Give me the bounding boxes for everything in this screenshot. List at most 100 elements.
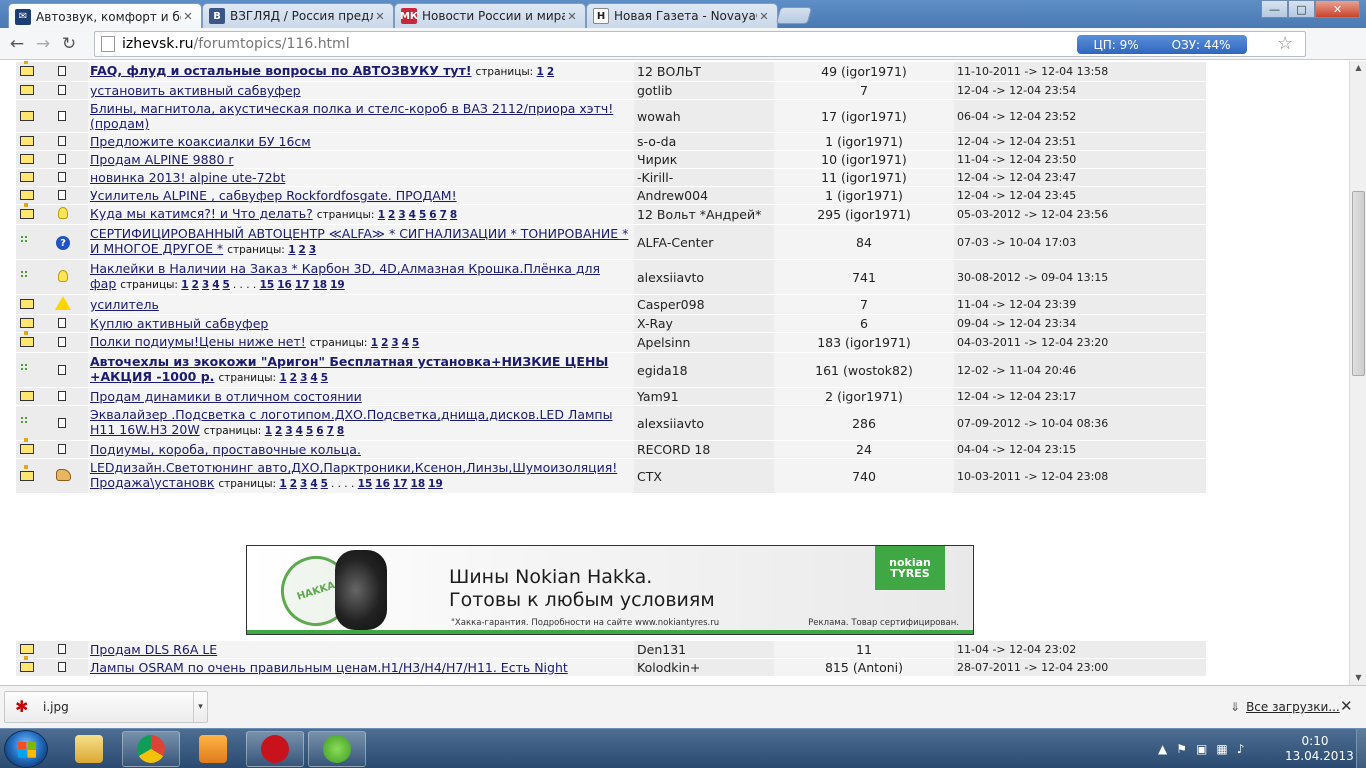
page-link[interactable]: 3: [391, 337, 398, 349]
page-link[interactable]: 5: [306, 425, 313, 437]
close-tab-icon[interactable]: ✕: [181, 10, 195, 23]
new-tab-button[interactable]: [775, 7, 813, 24]
page-link[interactable]: 2: [192, 279, 199, 291]
tray-volume-icon[interactable]: ♪: [1237, 742, 1245, 756]
page-link[interactable]: 1: [279, 372, 286, 384]
page-link[interactable]: 5: [321, 478, 328, 490]
page-link[interactable]: 17: [295, 279, 310, 291]
topic-link[interactable]: Полки подиумы!Цены ниже нет!: [90, 334, 306, 349]
topic-link[interactable]: Продам ALPINE 9880 r: [90, 152, 234, 167]
page-link[interactable]: 1: [371, 337, 378, 349]
page-link[interactable]: 1: [265, 425, 272, 437]
back-button[interactable]: ←: [4, 31, 30, 57]
page-link[interactable]: 16: [277, 279, 292, 291]
page-link[interactable]: 4: [409, 209, 416, 221]
page-link[interactable]: 1: [279, 478, 286, 490]
page-link[interactable]: 19: [428, 478, 443, 490]
close-window-button[interactable]: ✕: [1315, 0, 1360, 18]
page-link[interactable]: 16: [375, 478, 390, 490]
maximize-button[interactable]: □: [1288, 0, 1315, 18]
topic-link[interactable]: Блины, магнитола, акустическая полка и с…: [90, 101, 613, 131]
page-link[interactable]: 5: [223, 279, 230, 291]
page-link[interactable]: 4: [296, 425, 303, 437]
show-desktop-button[interactable]: [1356, 729, 1366, 768]
page-link[interactable]: 18: [312, 279, 327, 291]
page-link[interactable]: 4: [402, 337, 409, 349]
page-link[interactable]: 8: [450, 209, 457, 221]
topic-link[interactable]: Продам динамики в отличном состоянии: [90, 389, 362, 404]
cpu-ram-widget[interactable]: ЦП: 9% ОЗУ: 44%: [1077, 35, 1247, 54]
all-downloads-link[interactable]: ⇓ Все загрузки...: [1230, 700, 1340, 714]
taskbar-explorer[interactable]: [60, 731, 118, 767]
close-tab-icon[interactable]: ✕: [373, 10, 387, 23]
page-link[interactable]: 5: [321, 372, 328, 384]
page-link[interactable]: 3: [300, 372, 307, 384]
topic-link[interactable]: Продам DLS R6A LE: [90, 642, 217, 657]
scroll-down-icon[interactable]: ▼: [1350, 671, 1366, 685]
page-link[interactable]: 7: [327, 425, 334, 437]
close-shelf-button[interactable]: ✕: [1340, 697, 1353, 715]
taskbar-media[interactable]: [184, 731, 242, 767]
vertical-scrollbar[interactable]: ▲ ▼: [1349, 61, 1366, 685]
page-link[interactable]: 18: [411, 478, 426, 490]
topic-link[interactable]: усилитель: [90, 297, 159, 312]
topic-link[interactable]: новинка 2013! alpine ute-72bt: [90, 170, 285, 185]
topic-link[interactable]: Куда мы катимся?! и Что делать?: [90, 206, 313, 221]
tray-flag-icon[interactable]: ⚑: [1176, 742, 1187, 756]
page-link[interactable]: 4: [310, 372, 317, 384]
page-link[interactable]: 3: [300, 478, 307, 490]
topic-link[interactable]: Авточехлы из экокожи "Аригон" Бесплатная…: [90, 354, 608, 384]
topic-link[interactable]: Подиумы, короба, проставочные кольца.: [90, 442, 361, 457]
page-link[interactable]: 3: [285, 425, 292, 437]
download-item[interactable]: ✱ i.jpg ▾: [4, 691, 208, 723]
page-link[interactable]: 4: [212, 279, 219, 291]
tray-device-icon[interactable]: ▣: [1196, 742, 1207, 756]
topic-link[interactable]: Эквалайзер .Подсветка с логотипом.ДХО.По…: [90, 407, 612, 437]
forward-button[interactable]: →: [30, 31, 56, 57]
page-link[interactable]: 2: [547, 66, 554, 78]
page-link[interactable]: 5: [412, 337, 419, 349]
reload-button[interactable]: ↻: [56, 31, 82, 57]
page-link[interactable]: 4: [310, 478, 317, 490]
taskbar-clock[interactable]: 0:10 13.04.2013: [1285, 734, 1354, 764]
page-link[interactable]: 7: [440, 209, 447, 221]
page-link[interactable]: 2: [388, 209, 395, 221]
address-bar[interactable]: izhevsk.ru/forumtopics/116.html ЦП: 9% О…: [94, 31, 1306, 57]
page-link[interactable]: 2: [275, 425, 282, 437]
topic-link[interactable]: Лампы OSRAM по очень правильным ценам.H1…: [90, 660, 568, 675]
page-link[interactable]: 6: [429, 209, 436, 221]
close-tab-icon[interactable]: ✕: [565, 10, 579, 23]
page-link[interactable]: 3: [309, 244, 316, 256]
tab-mk[interactable]: МК Новости России и мира ✕: [394, 3, 586, 28]
page-link[interactable]: 2: [290, 478, 297, 490]
page-link[interactable]: 1: [378, 209, 385, 221]
topic-link[interactable]: СЕРТИФИЦИРОВАННЫЙ АВТОЦЕНТР ≪ALFA≫ * СИГ…: [90, 226, 628, 256]
taskbar-opera[interactable]: [246, 731, 304, 767]
page-link[interactable]: 6: [316, 425, 323, 437]
page-link[interactable]: 1: [288, 244, 295, 256]
page-link[interactable]: 15: [260, 279, 275, 291]
page-link[interactable]: 1: [537, 66, 544, 78]
tab-autozvuk[interactable]: ✉ Автозвук, комфорт и без ✕: [8, 3, 202, 29]
page-link[interactable]: 2: [290, 372, 297, 384]
topic-link[interactable]: Предложите коаксиалки БУ 16см: [90, 134, 311, 149]
page-link[interactable]: 2: [381, 337, 388, 349]
minimize-button[interactable]: —: [1261, 0, 1288, 18]
tray-network-icon[interactable]: ▦: [1216, 742, 1227, 756]
topic-link[interactable]: установить активный сабвуфер: [90, 83, 301, 98]
tab-novayagazeta[interactable]: Н Новая Газета - NovayaGa ✕: [586, 3, 778, 28]
page-link[interactable]: 3: [398, 209, 405, 221]
bookmark-star-icon[interactable]: ☆: [1277, 33, 1293, 54]
topic-link[interactable]: Усилитель ALPINE , сабвуфер Rockfordfosg…: [90, 188, 457, 203]
tray-expand-icon[interactable]: ▲: [1158, 742, 1167, 756]
taskbar-downloader[interactable]: [308, 731, 366, 767]
page-link[interactable]: 17: [393, 478, 408, 490]
page-link[interactable]: 15: [358, 478, 373, 490]
page-link[interactable]: 8: [337, 425, 344, 437]
scroll-up-icon[interactable]: ▲: [1350, 61, 1366, 75]
topic-link[interactable]: Куплю активный сабвуфер: [90, 316, 268, 331]
close-tab-icon[interactable]: ✕: [757, 10, 771, 23]
tab-vzglyad[interactable]: В ВЗГЛЯД / Россия предло ✕: [202, 3, 394, 28]
nokian-banner[interactable]: HAKKA Шины Nokian Hakka. Готовы к любым …: [246, 545, 974, 635]
page-link[interactable]: 2: [299, 244, 306, 256]
